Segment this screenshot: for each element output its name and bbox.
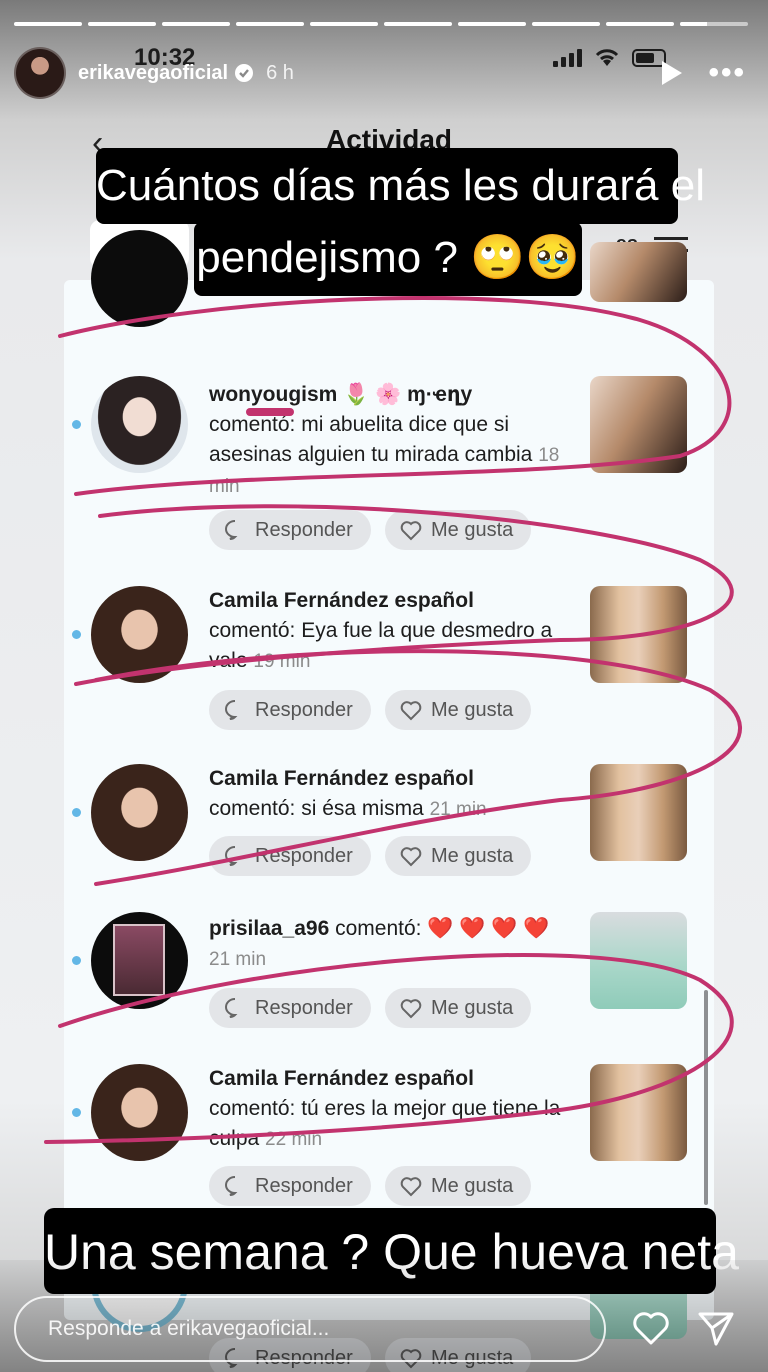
post-thumbnail[interactable] xyxy=(590,586,687,683)
action-row: Responder Me gusta xyxy=(209,988,531,1028)
reply-button[interactable]: Responder xyxy=(209,988,371,1028)
action-row: Responder Me gusta xyxy=(209,836,531,876)
user-name[interactable]: Camila Fernández español xyxy=(209,767,474,790)
like-button[interactable]: Me gusta xyxy=(385,1166,531,1206)
progress-segment xyxy=(606,22,674,26)
heart-icon xyxy=(400,521,422,541)
heart-icon xyxy=(400,701,422,721)
unread-dot xyxy=(72,420,81,429)
reply-label: Responder xyxy=(255,844,353,867)
unread-dot xyxy=(72,808,81,817)
unread-dot xyxy=(72,630,81,639)
avatar[interactable] xyxy=(91,912,188,1009)
like-label: Me gusta xyxy=(431,1174,514,1197)
post-thumbnail[interactable] xyxy=(590,764,687,861)
notification-text: prisilaa_a96 comentó: ❤️ ❤️ ❤️ ❤️ 21 min xyxy=(209,914,574,975)
action-row: Responder Me gusta xyxy=(209,510,531,550)
comment-text: comentó: ❤️ ❤️ ❤️ ❤️ xyxy=(335,917,550,940)
reply-label: Responder xyxy=(255,1174,353,1197)
like-button[interactable]: Me gusta xyxy=(385,510,531,550)
caption-top-line2: pendejismo ? 🙄🥹 xyxy=(194,222,582,296)
reply-button[interactable]: Responder xyxy=(209,1166,371,1206)
comment-text: comentó: tú eres la mejor que tiene la c… xyxy=(209,1097,561,1150)
avatar[interactable] xyxy=(91,764,188,861)
scrollbar[interactable] xyxy=(704,990,708,1205)
progress-segment xyxy=(14,22,82,26)
activity-list: wonyougism 🌷 🌸 ɱ·ҽղy comentó: mi abuelit… xyxy=(64,230,714,1372)
action-row: Responder Me gusta xyxy=(209,690,531,730)
comment-text: comentó: si ésa misma xyxy=(209,797,424,820)
reply-placeholder: Responde a erikavegaoficial... xyxy=(48,1317,330,1340)
send-icon[interactable] xyxy=(696,1308,736,1348)
avatar[interactable] xyxy=(14,47,66,99)
comment-text: comentó: mi abuelita dice que si asesina… xyxy=(209,413,533,466)
timestamp: 22 min xyxy=(265,1129,323,1150)
timestamp: 19 min xyxy=(253,651,311,672)
like-button[interactable]: Me gusta xyxy=(385,836,531,876)
post-thumbnail[interactable] xyxy=(590,912,687,1009)
reply-button[interactable]: Responder xyxy=(209,510,371,550)
progress-segment xyxy=(236,22,304,26)
avatar[interactable] xyxy=(91,376,188,473)
heart-icon xyxy=(400,999,422,1019)
comment-icon xyxy=(225,998,238,1018)
progress-segment xyxy=(310,22,378,26)
comment-icon xyxy=(225,520,238,540)
like-label: Me gusta xyxy=(431,996,514,1019)
avatar[interactable] xyxy=(91,230,188,327)
like-label: Me gusta xyxy=(431,844,514,867)
progress-segment xyxy=(162,22,230,26)
story-time: 6 h xyxy=(266,61,294,84)
story-viewer: 10:32 ‹ Actividad Todo es wo xyxy=(0,0,768,1372)
progress-segment xyxy=(532,22,600,26)
notification-text: Camila Fernández español comentó: Eya fu… xyxy=(209,586,574,677)
more-options-icon[interactable]: ••• xyxy=(708,58,746,88)
unread-dot xyxy=(72,1108,81,1117)
avatar[interactable] xyxy=(91,1064,188,1161)
progress-segment xyxy=(88,22,156,26)
progress-segment xyxy=(680,22,748,26)
like-label: Me gusta xyxy=(431,698,514,721)
progress-segment xyxy=(384,22,452,26)
reply-label: Responder xyxy=(255,698,353,721)
play-icon[interactable] xyxy=(662,61,683,85)
avatar[interactable] xyxy=(91,586,188,683)
verified-badge-icon xyxy=(235,64,254,82)
reply-label: Responder xyxy=(255,996,353,1019)
user-name[interactable]: wonyougism 🌷 🌸 ɱ·ҽղy xyxy=(209,383,472,406)
comment-icon xyxy=(225,700,238,720)
reply-button[interactable]: Responder xyxy=(209,836,371,876)
notification-text: wonyougism 🌷 🌸 ɱ·ҽղy comentó: mi abuelit… xyxy=(209,380,574,502)
comment-icon xyxy=(225,1176,238,1196)
heart-icon xyxy=(400,847,422,867)
unread-dot xyxy=(72,956,81,965)
timestamp: 21 min xyxy=(209,949,267,970)
user-name[interactable]: prisilaa_a96 xyxy=(209,917,329,940)
notification-text: Camila Fernández español comentó: si ésa… xyxy=(209,764,574,825)
comment-icon xyxy=(225,846,238,866)
user-name[interactable]: Camila Fernández español xyxy=(209,589,474,612)
progress-segment xyxy=(458,22,526,26)
timestamp: 21 min xyxy=(429,799,487,820)
reply-input[interactable]: Responde a erikavegaoficial... xyxy=(14,1296,606,1362)
like-button[interactable]: Me gusta xyxy=(385,988,531,1028)
user-name[interactable]: Camila Fernández español xyxy=(209,1067,474,1090)
action-row: Responder Me gusta xyxy=(209,1166,531,1206)
post-thumbnail[interactable] xyxy=(590,242,687,302)
like-button[interactable]: Me gusta xyxy=(385,690,531,730)
like-icon[interactable] xyxy=(632,1310,670,1346)
story-header: erikavegaoficial 6 h ••• xyxy=(14,46,746,100)
reply-button[interactable]: Responder xyxy=(209,690,371,730)
caption-top-line1: Cuántos días más les durará el xyxy=(96,148,705,224)
post-thumbnail[interactable] xyxy=(590,1064,687,1161)
story-progress xyxy=(14,22,748,26)
reply-label: Responder xyxy=(255,518,353,541)
heart-icon xyxy=(400,1177,422,1197)
like-label: Me gusta xyxy=(431,518,514,541)
post-thumbnail[interactable] xyxy=(590,376,687,473)
notification-text: Camila Fernández español comentó: tú ere… xyxy=(209,1064,574,1155)
story-username[interactable]: erikavegaoficial xyxy=(78,62,228,85)
